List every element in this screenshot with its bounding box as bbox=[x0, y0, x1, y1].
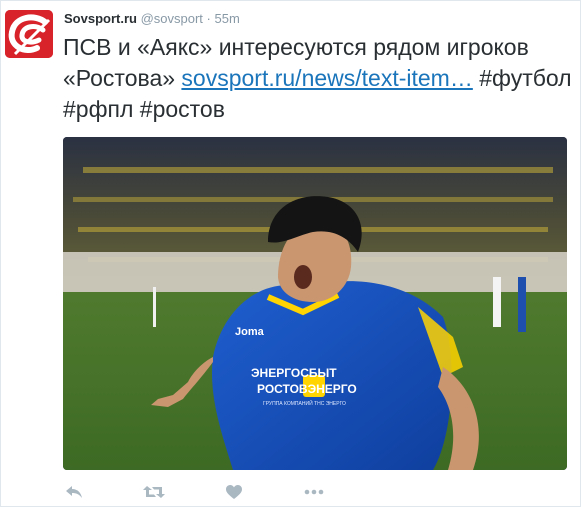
display-name[interactable]: Sovsport.ru bbox=[64, 11, 137, 26]
handle[interactable]: @sovsport bbox=[141, 11, 203, 26]
tweet-link[interactable]: sovsport.ru/news/text-item… bbox=[181, 65, 472, 91]
reply-icon bbox=[66, 486, 82, 498]
like-button[interactable] bbox=[223, 481, 245, 503]
hashtag-rfpl[interactable]: #рфпл bbox=[63, 96, 133, 122]
tweet-header: Sovsport.ru @sovsport · 55m bbox=[64, 11, 240, 26]
sovsport-logo-icon bbox=[5, 10, 53, 58]
shirt-brand-text: Joma bbox=[235, 326, 265, 338]
like-icon bbox=[226, 485, 242, 499]
retweet-button[interactable] bbox=[143, 481, 165, 503]
hashtag-rostov[interactable]: #ростов bbox=[140, 96, 225, 122]
avatar[interactable] bbox=[5, 10, 53, 58]
hashtag-football[interactable]: #футбол bbox=[479, 65, 571, 91]
retweet-icon bbox=[143, 486, 165, 498]
football-player-photo: Joma ЭНЕРГОСБЫТ РОСТОВЭНЕРГО ГРУППА КОМП… bbox=[63, 137, 567, 470]
tweet-card: Sovsport.ru @sovsport · 55m ПСВ и «Аякс»… bbox=[0, 0, 581, 507]
tweet-photo[interactable]: Joma ЭНЕРГОСБЫТ РОСТОВЭНЕРГО ГРУППА КОМП… bbox=[63, 137, 567, 470]
shirt-sponsor-line2: РОСТОВЭНЕРГО bbox=[257, 382, 357, 396]
more-button[interactable] bbox=[303, 481, 325, 503]
reply-button[interactable] bbox=[63, 481, 85, 503]
shirt-sponsor-line1: ЭНЕРГОСБЫТ bbox=[251, 366, 337, 380]
more-icon bbox=[304, 489, 324, 495]
timestamp[interactable]: 55m bbox=[215, 11, 240, 26]
shirt-sponsor-small: ГРУППА КОМПАНИЙ ТНС ЭНЕРГО bbox=[263, 399, 346, 407]
tweet-text: ПСВ и «Аякс» интересуются рядом игроков … bbox=[63, 32, 575, 125]
separator: · bbox=[206, 11, 211, 26]
